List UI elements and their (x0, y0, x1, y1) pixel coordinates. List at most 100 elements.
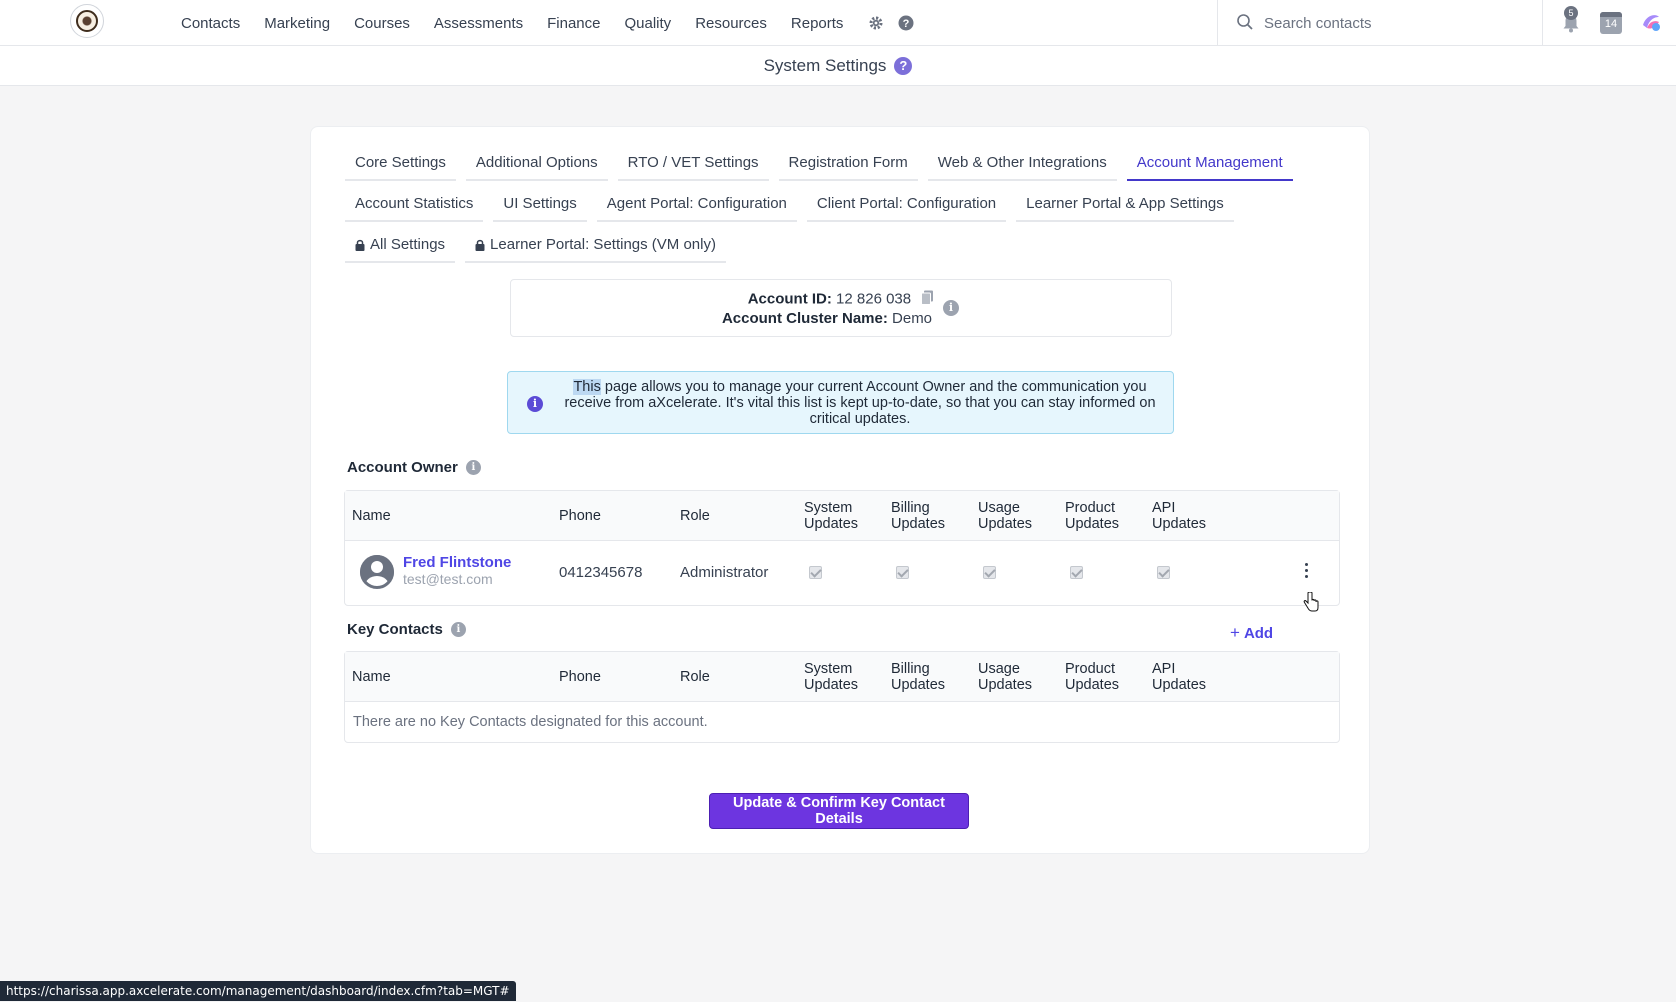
tab-account-statistics[interactable]: Account Statistics (345, 188, 484, 222)
help-icon[interactable]: ? (897, 14, 915, 32)
copy-icon[interactable] (921, 290, 934, 309)
tab-agent-portal-configuration[interactable]: Agent Portal: Configuration (596, 188, 797, 222)
search-icon (1236, 13, 1254, 34)
tabs-row-1: Core Settings Additional Options RTO / V… (345, 147, 1303, 181)
tab-learner-portal-settings-label: Learner Portal: Settings (VM only) (490, 236, 716, 253)
notifications-bell-icon[interactable]: 5 (1560, 6, 1582, 34)
account-id-value: 12 826 038 (836, 290, 912, 308)
avatar-ring (360, 555, 394, 589)
col-system-updates: System Updates (804, 661, 859, 693)
usage-updates-checkbox[interactable] (983, 566, 996, 579)
nav-courses[interactable]: Courses (354, 15, 410, 32)
col-system-updates: System Updates (804, 500, 859, 532)
settings-card: Core Settings Additional Options RTO / V… (310, 126, 1370, 854)
account-info-box: Account ID: 12 826 038 Account Cluster N… (510, 279, 1172, 337)
col-role: Role (680, 508, 710, 524)
account-owner-label: Account Owner (347, 459, 458, 476)
tabs-row-3: All Settings Learner Portal: Settings (V… (345, 229, 736, 263)
col-name: Name (352, 669, 391, 685)
col-billing-updates: Billing Updates (891, 661, 946, 693)
calendar-icon[interactable]: 14 (1600, 12, 1622, 34)
nav-reports[interactable]: Reports (791, 15, 844, 32)
col-usage-updates: Usage Updates (978, 500, 1033, 532)
lock-icon (475, 239, 485, 251)
account-cluster-label: Account Cluster Name: (721, 310, 888, 327)
owner-name-cell: Fred Flintstone test@test.com (403, 554, 511, 587)
system-updates-checkbox[interactable] (809, 566, 822, 579)
nav-finance[interactable]: Finance (547, 15, 600, 32)
tab-ui-settings[interactable]: UI Settings (493, 188, 587, 222)
gear-icon[interactable] (867, 14, 885, 32)
col-usage-updates: Usage Updates (978, 661, 1033, 693)
main-nav: Contacts Marketing Courses Assessments F… (181, 0, 927, 46)
col-product-updates: Product Updates (1065, 661, 1120, 693)
col-api-updates: API Updates (1152, 661, 1207, 693)
info-icon[interactable]: i (943, 300, 959, 316)
account-id-line: Account ID: 12 826 038 (511, 290, 1171, 309)
tab-core-settings[interactable]: Core Settings (345, 147, 456, 181)
tab-web-integrations[interactable]: Web & Other Integrations (927, 147, 1117, 181)
info-notice: i This page allows you to manage your cu… (507, 371, 1174, 434)
empty-state-row: There are no Key Contacts designated for… (345, 702, 1339, 742)
add-key-contact-button[interactable]: + Add (1230, 623, 1273, 643)
empty-state-message: There are no Key Contacts designated for… (353, 714, 708, 730)
notification-count-badge: 5 (1564, 6, 1578, 20)
search-input[interactable] (1264, 14, 1524, 32)
product-updates-checkbox[interactable] (1070, 566, 1083, 579)
nav-quality[interactable]: Quality (625, 15, 672, 32)
tab-all-settings-label: All Settings (370, 236, 446, 253)
table-header: Name Phone Role System Updates Billing Upd… (345, 652, 1339, 702)
nav-marketing[interactable]: Marketing (264, 15, 330, 32)
col-api-updates: API Updates (1152, 500, 1207, 532)
tab-learner-portal-app-settings[interactable]: Learner Portal & App Settings (1016, 188, 1234, 222)
search-box (1217, 0, 1543, 46)
lock-icon (355, 239, 365, 251)
tab-registration-form[interactable]: Registration Form (778, 147, 918, 181)
owner-name-link[interactable]: Fred Flintstone (403, 554, 511, 571)
help-icon[interactable]: ? (894, 56, 913, 75)
key-contacts-label: Key Contacts (347, 621, 443, 638)
owner-phone: 0412345678 (559, 564, 643, 581)
row-actions-menu-icon[interactable] (1305, 563, 1309, 579)
update-confirm-button[interactable]: Update & Confirm Key Contact Details (709, 793, 969, 829)
account-owner-table: Name Phone Role System Updates Billing Upd… (344, 490, 1340, 606)
nav-resources[interactable]: Resources (695, 15, 767, 32)
plus-icon: + (1230, 623, 1240, 642)
notice-highlight: This (573, 379, 601, 395)
nav-contacts[interactable]: Contacts (181, 15, 240, 32)
billing-updates-checkbox[interactable] (896, 566, 909, 579)
calendar-day: 14 (1604, 18, 1618, 30)
tab-learner-portal-settings[interactable]: Learner Portal: Settings (VM only) (465, 229, 726, 263)
owner-email: test@test.com (403, 571, 493, 587)
top-nav-bar: Contacts Marketing Courses Assessments F… (0, 0, 1676, 46)
company-logo[interactable] (70, 4, 104, 38)
tabs-row-2: Account Statistics UI Settings Agent Por… (345, 188, 1244, 222)
api-updates-checkbox[interactable] (1157, 566, 1170, 579)
info-icon[interactable]: i (450, 622, 466, 637)
account-cluster-line: Account Cluster Name: Demo (511, 310, 1171, 327)
account-cluster-value: Demo (892, 310, 933, 327)
col-product-updates: Product Updates (1065, 500, 1120, 532)
tab-client-portal-configuration[interactable]: Client Portal: Configuration (806, 188, 1007, 222)
notice-body: page allows you to manage your current A… (564, 379, 1156, 427)
nav-assessments[interactable]: Assessments (434, 15, 523, 32)
app-logo-icon[interactable] (1640, 11, 1662, 36)
col-phone: Phone (559, 508, 601, 524)
account-owner-heading: Account Owner i (347, 459, 481, 476)
table-header: Name Phone Role System Updates Billing Upd… (345, 491, 1339, 541)
account-id-label: Account ID: (747, 290, 832, 308)
owner-role: Administrator (680, 564, 769, 581)
col-billing-updates: Billing Updates (891, 500, 946, 532)
tab-rto-vet-settings[interactable]: RTO / VET Settings (617, 147, 769, 181)
status-bar-url: https://charissa.app.axcelerate.com/mana… (0, 981, 516, 1001)
col-phone: Phone (559, 669, 601, 685)
tab-account-management[interactable]: Account Management (1126, 147, 1293, 181)
tab-all-settings[interactable]: All Settings (345, 229, 456, 263)
add-label: Add (1243, 625, 1274, 642)
notice-text: This page allows you to manage your curr… (560, 379, 1160, 427)
key-contacts-table: Name Phone Role System Updates Billing Upd… (344, 651, 1340, 743)
info-icon[interactable]: i (465, 460, 481, 475)
page-title: System Settings (763, 55, 887, 75)
tab-additional-options[interactable]: Additional Options (465, 147, 608, 181)
table-row: Fred Flintstone test@test.com 0412345678… (345, 541, 1339, 605)
